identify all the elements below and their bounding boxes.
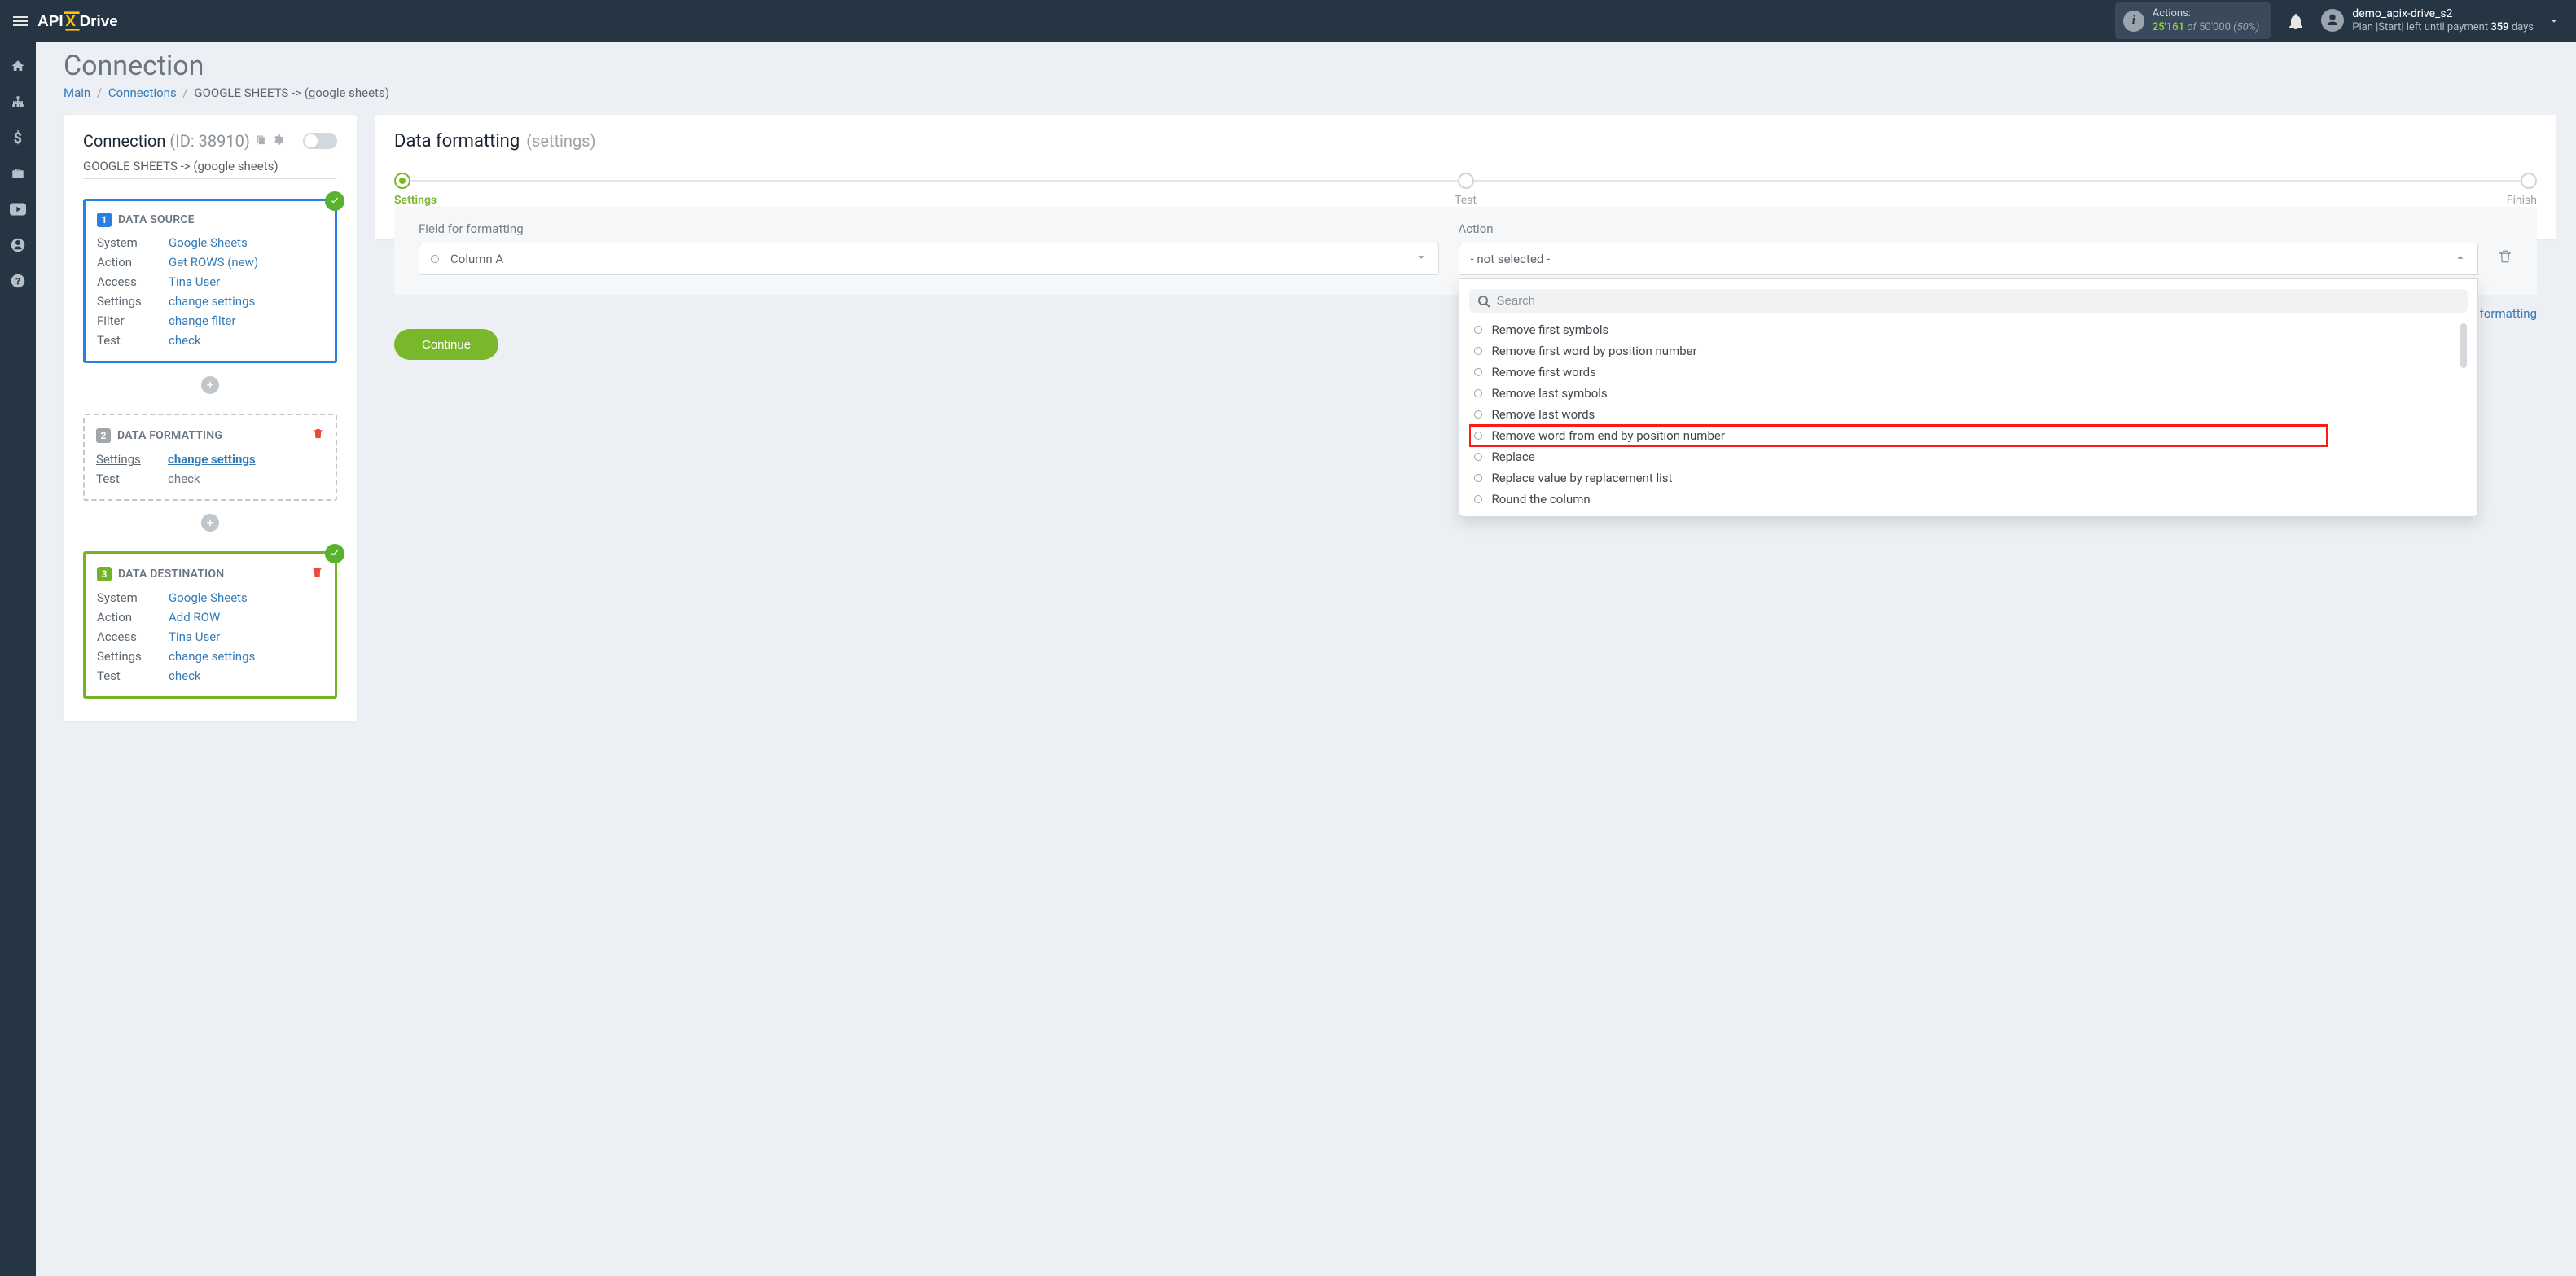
block-data-destination[interactable]: 3DATA DESTINATION SystemGoogle Sheets Ac… bbox=[83, 551, 337, 699]
step-finish[interactable]: Finish bbox=[2488, 173, 2537, 207]
scrollbar-thumb[interactable] bbox=[2460, 323, 2467, 368]
formatting-test: check bbox=[168, 471, 200, 486]
plan-days: 359 bbox=[2490, 21, 2508, 33]
panel-title: Data formatting bbox=[394, 131, 520, 151]
avatar-icon bbox=[2321, 9, 2344, 32]
dropdown-option[interactable]: Round the column bbox=[1469, 489, 2468, 506]
actions-counter[interactable]: i Actions: 25'161 of 50'000 (50%) bbox=[2115, 2, 2271, 40]
svg-text:?: ? bbox=[15, 276, 20, 287]
dropdown-search[interactable] bbox=[1469, 289, 2468, 313]
actions-label: Actions: bbox=[2153, 7, 2260, 21]
chevron-down-icon bbox=[1415, 252, 1427, 266]
search-icon bbox=[1477, 295, 1490, 308]
dest-access[interactable]: Tina User bbox=[169, 629, 220, 644]
actions-used: 25'161 bbox=[2153, 21, 2184, 33]
nav-sitemap[interactable] bbox=[0, 86, 36, 118]
add-step-button[interactable]: + bbox=[201, 376, 219, 394]
source-action[interactable]: Get ROWS (new) bbox=[169, 255, 258, 270]
source-system[interactable]: Google Sheets bbox=[169, 235, 248, 250]
gear-icon[interactable] bbox=[272, 134, 284, 149]
dropdown-option[interactable]: Replace bbox=[1469, 446, 2468, 467]
chevron-down-icon[interactable] bbox=[2540, 15, 2568, 27]
dest-settings[interactable]: change settings bbox=[169, 649, 255, 664]
breadcrumb-main[interactable]: Main bbox=[64, 86, 90, 100]
menu-toggle[interactable] bbox=[8, 11, 33, 31]
username: demo_apix-drive_s2 bbox=[2352, 7, 2534, 21]
action-value: - not selected - bbox=[1471, 252, 1551, 266]
svg-text:Drive: Drive bbox=[80, 12, 118, 29]
dropdown-option[interactable]: Remove first word by position number bbox=[1469, 340, 2468, 362]
breadcrumb-connections[interactable]: Connections bbox=[108, 86, 177, 100]
action-dropdown: Remove first symbols Remove first word b… bbox=[1459, 278, 2479, 517]
dropdown-option[interactable]: Replace value by replacement list bbox=[1469, 467, 2468, 489]
info-icon: i bbox=[2123, 11, 2144, 32]
actions-pct: (50%) bbox=[2233, 21, 2259, 33]
stepper: Settings Test Finish Field for formattin… bbox=[394, 173, 2537, 208]
logo[interactable]: API X Drive bbox=[36, 11, 158, 31]
field-label: Field for formatting bbox=[419, 221, 1439, 236]
plan-prefix: Plan |Start| left until payment bbox=[2352, 21, 2488, 33]
nav-youtube[interactable] bbox=[0, 193, 36, 226]
check-icon bbox=[325, 191, 344, 211]
dropdown-option[interactable]: Remove first symbols bbox=[1469, 319, 2468, 340]
svg-text:X: X bbox=[65, 12, 76, 29]
source-test[interactable]: check bbox=[169, 333, 201, 348]
nav-home[interactable] bbox=[0, 50, 36, 82]
breadcrumb-current: GOOGLE SHEETS -> (google sheets) bbox=[194, 86, 389, 100]
dropdown-option-highlighted[interactable]: Remove word from end by position number bbox=[1469, 425, 2328, 446]
field-value: Column A bbox=[450, 252, 503, 266]
field-select[interactable]: Column A bbox=[419, 243, 1439, 275]
dropdown-option[interactable]: Remove last symbols bbox=[1469, 383, 2468, 404]
action-select[interactable]: - not selected - bbox=[1459, 243, 2479, 275]
source-filter[interactable]: change filter bbox=[169, 314, 236, 328]
notifications-button[interactable] bbox=[2289, 13, 2303, 29]
nav-help[interactable]: ? bbox=[0, 265, 36, 297]
dropdown-search-input[interactable] bbox=[1497, 294, 2460, 308]
actions-total: 50'000 bbox=[2199, 21, 2231, 33]
connection-toggle[interactable] bbox=[303, 133, 337, 149]
source-settings[interactable]: change settings bbox=[169, 294, 255, 309]
step-test[interactable]: Test bbox=[1442, 173, 1490, 207]
nav-billing[interactable]: $ bbox=[0, 121, 36, 154]
dropdown-option[interactable]: Remove last words bbox=[1469, 404, 2468, 425]
panel-subtitle: (settings) bbox=[526, 131, 595, 151]
nav-briefcase[interactable] bbox=[0, 157, 36, 190]
delete-row-button[interactable] bbox=[2498, 248, 2512, 268]
block-title: DATA FORMATTING bbox=[117, 429, 222, 442]
svg-text:API: API bbox=[37, 12, 63, 29]
source-access[interactable]: Tina User bbox=[169, 274, 220, 289]
copy-icon[interactable] bbox=[255, 134, 267, 149]
actions-of: of bbox=[2187, 21, 2196, 33]
page-title: Connection bbox=[64, 50, 2556, 82]
breadcrumb: Main / Connections / GOOGLE SHEETS -> (g… bbox=[64, 86, 2556, 100]
check-icon bbox=[325, 544, 344, 563]
connection-id: (ID: 38910) bbox=[169, 131, 249, 151]
connection-subtitle: GOOGLE SHEETS -> (google sheets) bbox=[83, 159, 337, 179]
dropdown-option[interactable]: Remove first words bbox=[1469, 362, 2468, 383]
step-settings[interactable]: Settings bbox=[394, 173, 443, 207]
dest-action[interactable]: Add ROW bbox=[169, 610, 220, 625]
trash-icon[interactable] bbox=[311, 565, 323, 582]
add-step-button[interactable]: + bbox=[201, 514, 219, 532]
block-data-formatting[interactable]: 2DATA FORMATTING Settingschange settings… bbox=[83, 414, 337, 501]
block-data-source[interactable]: 1DATA SOURCE SystemGoogle Sheets ActionG… bbox=[83, 199, 337, 363]
svg-text:$: $ bbox=[14, 130, 22, 145]
nav-account[interactable] bbox=[0, 229, 36, 261]
dest-test[interactable]: check bbox=[169, 669, 201, 683]
connection-title: Connection bbox=[83, 131, 165, 151]
user-menu[interactable]: demo_apix-drive_s2 Plan |Start| left unt… bbox=[2321, 7, 2534, 33]
dest-system[interactable]: Google Sheets bbox=[169, 590, 248, 605]
action-label: Action bbox=[1459, 221, 2479, 236]
trash-icon[interactable] bbox=[312, 427, 324, 444]
block-title: DATA SOURCE bbox=[118, 213, 195, 226]
block-title: DATA DESTINATION bbox=[118, 568, 224, 581]
continue-button[interactable]: Continue bbox=[394, 329, 498, 360]
formatting-settings[interactable]: change settings bbox=[168, 452, 256, 467]
chevron-up-icon bbox=[2455, 252, 2466, 266]
plan-days-suffix: days bbox=[2512, 21, 2534, 33]
